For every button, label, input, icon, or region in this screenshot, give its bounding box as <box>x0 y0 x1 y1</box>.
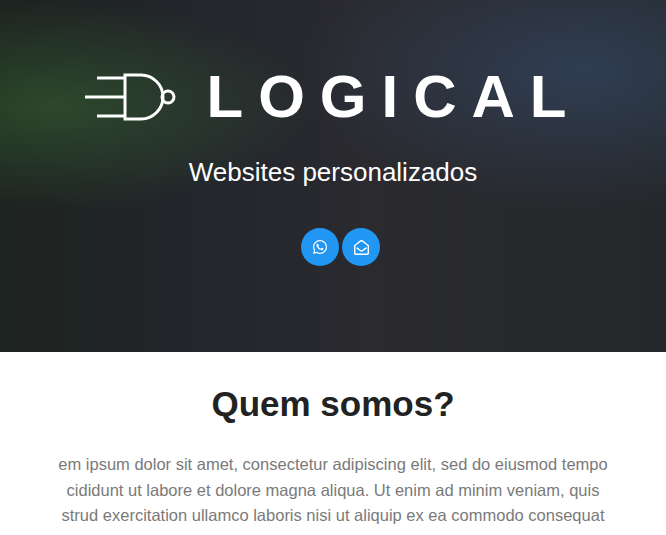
whatsapp-button[interactable] <box>301 228 339 266</box>
page: LOGICAL Websites personalizados Quem somos… <box>0 0 666 535</box>
about-text-line: strud exercitation ullamco laboris nisi … <box>62 503 605 529</box>
about-section: Quem somos? em ipsum dolor sit amet, cons… <box>0 352 666 535</box>
email-button[interactable] <box>342 228 380 266</box>
logo-text: LOGICAL <box>207 67 582 127</box>
logic-gate-icon <box>85 72 177 122</box>
hero-subtitle: Websites personalizados <box>189 156 478 188</box>
logo: LOGICAL <box>85 70 582 124</box>
about-text-line: em ipsum dolor sit amet, consectetur adi… <box>58 452 607 478</box>
envelope-icon <box>354 240 369 255</box>
contact-buttons <box>301 228 380 266</box>
whatsapp-icon <box>312 239 328 255</box>
about-text: em ipsum dolor sit amet, consectetur adi… <box>58 452 607 529</box>
hero-banner: LOGICAL Websites personalizados <box>0 0 666 352</box>
about-text-line: cididunt ut labore et dolore magna aliqu… <box>67 478 600 504</box>
about-title: Quem somos? <box>211 382 454 426</box>
